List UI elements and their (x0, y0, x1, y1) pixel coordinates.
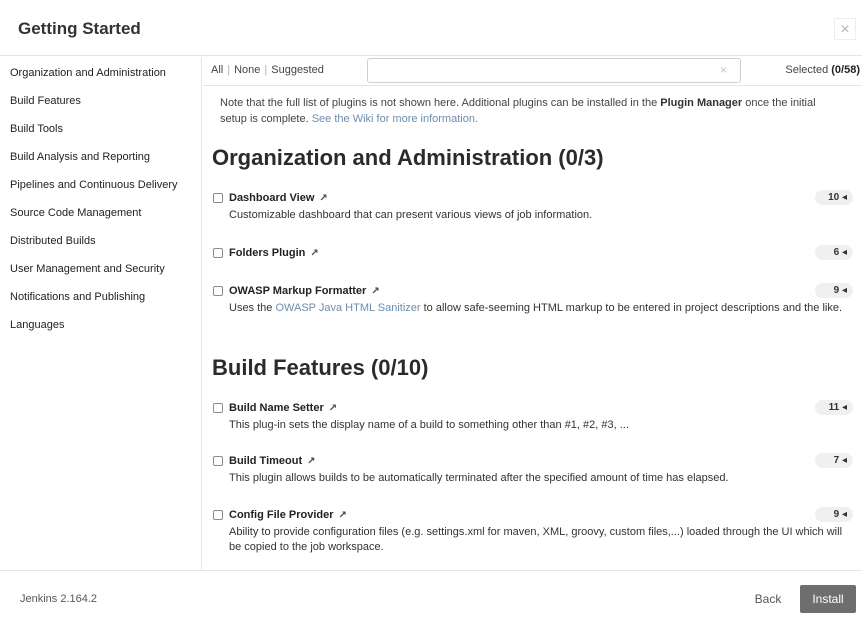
selection-links: All | None | Suggested (211, 64, 324, 76)
dependency-badge[interactable]: 9 ◂ (815, 283, 853, 298)
plugin-name[interactable]: Build Name Setter ↗ (229, 402, 337, 414)
plugin-description: Customizable dashboard that can present … (229, 209, 593, 221)
section-title-build-features: Build Features (0/10) (212, 355, 429, 380)
dialog-title: Getting Started (18, 19, 141, 38)
select-none-link[interactable]: None (234, 64, 260, 76)
sidebar-item-distributed-builds[interactable]: Distributed Builds (10, 235, 96, 247)
clear-search-icon[interactable]: × (720, 63, 727, 77)
external-link-icon[interactable]: ↗ (319, 193, 327, 204)
plugin-description: This plug-in sets the display name of a … (229, 419, 629, 431)
plugin-note: Note that the full list of plugins is no… (220, 95, 840, 127)
plugin-description: Ability to provide configuration files (… (229, 526, 843, 553)
dialog-footer: Jenkins 2.164.2 Back Install (0, 570, 862, 617)
install-button[interactable]: Install (800, 585, 856, 613)
getting-started-dialog: Getting Started × Organization and Admin… (0, 0, 862, 617)
wiki-link[interactable]: See the Wiki for more information. (312, 113, 478, 125)
section-title-organization-and-administration: Organization and Administration (0/3) (212, 145, 604, 170)
plugin-name[interactable]: Build Timeout ↗ (229, 455, 316, 467)
note-text: Note that the full list of plugins is no… (220, 97, 661, 109)
plugin-checkbox[interactable] (213, 193, 223, 203)
dialog-header: Getting Started × (0, 0, 862, 56)
external-link-icon[interactable]: ↗ (310, 248, 318, 259)
sidebar-item-notifications-and-publishing[interactable]: Notifications and Publishing (10, 291, 145, 303)
plugin-checkbox[interactable] (213, 248, 223, 258)
plugin-list-pane[interactable]: Note that the full list of plugins is no… (203, 87, 862, 570)
close-icon[interactable]: × (834, 18, 856, 40)
sidebar-item-source-code-management[interactable]: Source Code Management (10, 207, 141, 219)
separator: | (227, 64, 231, 76)
sidebar-item-user-management-and-security[interactable]: User Management and Security (10, 263, 165, 275)
sidebar-item-build-tools[interactable]: Build Tools (10, 123, 63, 135)
sidebar-item-languages[interactable]: Languages (10, 319, 64, 331)
selection-toolbar: All | None | Suggested × Selected (0/58) (203, 57, 862, 86)
plugin-name[interactable]: Dashboard View ↗ (229, 192, 328, 204)
external-link-icon[interactable]: ↗ (339, 510, 347, 521)
sidebar-item-pipelines-and-continuous-delivery[interactable]: Pipelines and Continuous Delivery (10, 179, 178, 191)
plugin-name[interactable]: OWASP Markup Formatter ↗ (229, 285, 380, 297)
plugin-description: Uses the OWASP Java HTML Sanitizer to al… (229, 302, 843, 314)
dependency-badge[interactable]: 7 ◂ (815, 453, 853, 468)
plugin-checkbox[interactable] (213, 510, 223, 520)
jenkins-version: Jenkins 2.164.2 (20, 593, 98, 605)
sidebar-item-build-analysis-and-reporting[interactable]: Build Analysis and Reporting (10, 151, 150, 163)
owasp-sanitizer-link[interactable]: OWASP Java HTML Sanitizer (275, 302, 420, 314)
dependency-badge[interactable]: 11 ◂ (815, 400, 853, 415)
separator: | (264, 64, 268, 76)
plugin-manager-label: Plugin Manager (660, 97, 743, 109)
external-link-icon[interactable]: ↗ (307, 456, 315, 467)
plugin-name[interactable]: Folders Plugin ↗ (229, 247, 319, 259)
select-all-link[interactable]: All (211, 64, 223, 76)
dependency-badge[interactable]: 6 ◂ (815, 245, 853, 260)
category-sidebar: Organization and Administration Build Fe… (0, 57, 202, 570)
sidebar-item-organization-and-administration[interactable]: Organization and Administration (10, 67, 166, 79)
plugin-name[interactable]: Config File Provider ↗ (229, 509, 347, 521)
plugin-search-input[interactable] (367, 58, 741, 83)
dependency-badge[interactable]: 9 ◂ (815, 507, 853, 522)
sidebar-item-build-features[interactable]: Build Features (10, 95, 81, 107)
back-button[interactable]: Back (745, 585, 791, 613)
selected-label: Selected (785, 64, 829, 76)
external-link-icon[interactable]: ↗ (371, 286, 379, 297)
plugin-checkbox[interactable] (213, 286, 223, 296)
plugin-description: This plugin allows builds to be automati… (229, 472, 729, 484)
plugin-checkbox[interactable] (213, 456, 223, 466)
external-link-icon[interactable]: ↗ (329, 403, 337, 414)
plugin-checkbox[interactable] (213, 403, 223, 413)
select-suggested-link[interactable]: Suggested (271, 64, 324, 76)
selected-counter: Selected (0/58) (785, 64, 860, 76)
dependency-badge[interactable]: 10 ◂ (815, 190, 853, 205)
selected-count: (0/58) (831, 64, 860, 76)
